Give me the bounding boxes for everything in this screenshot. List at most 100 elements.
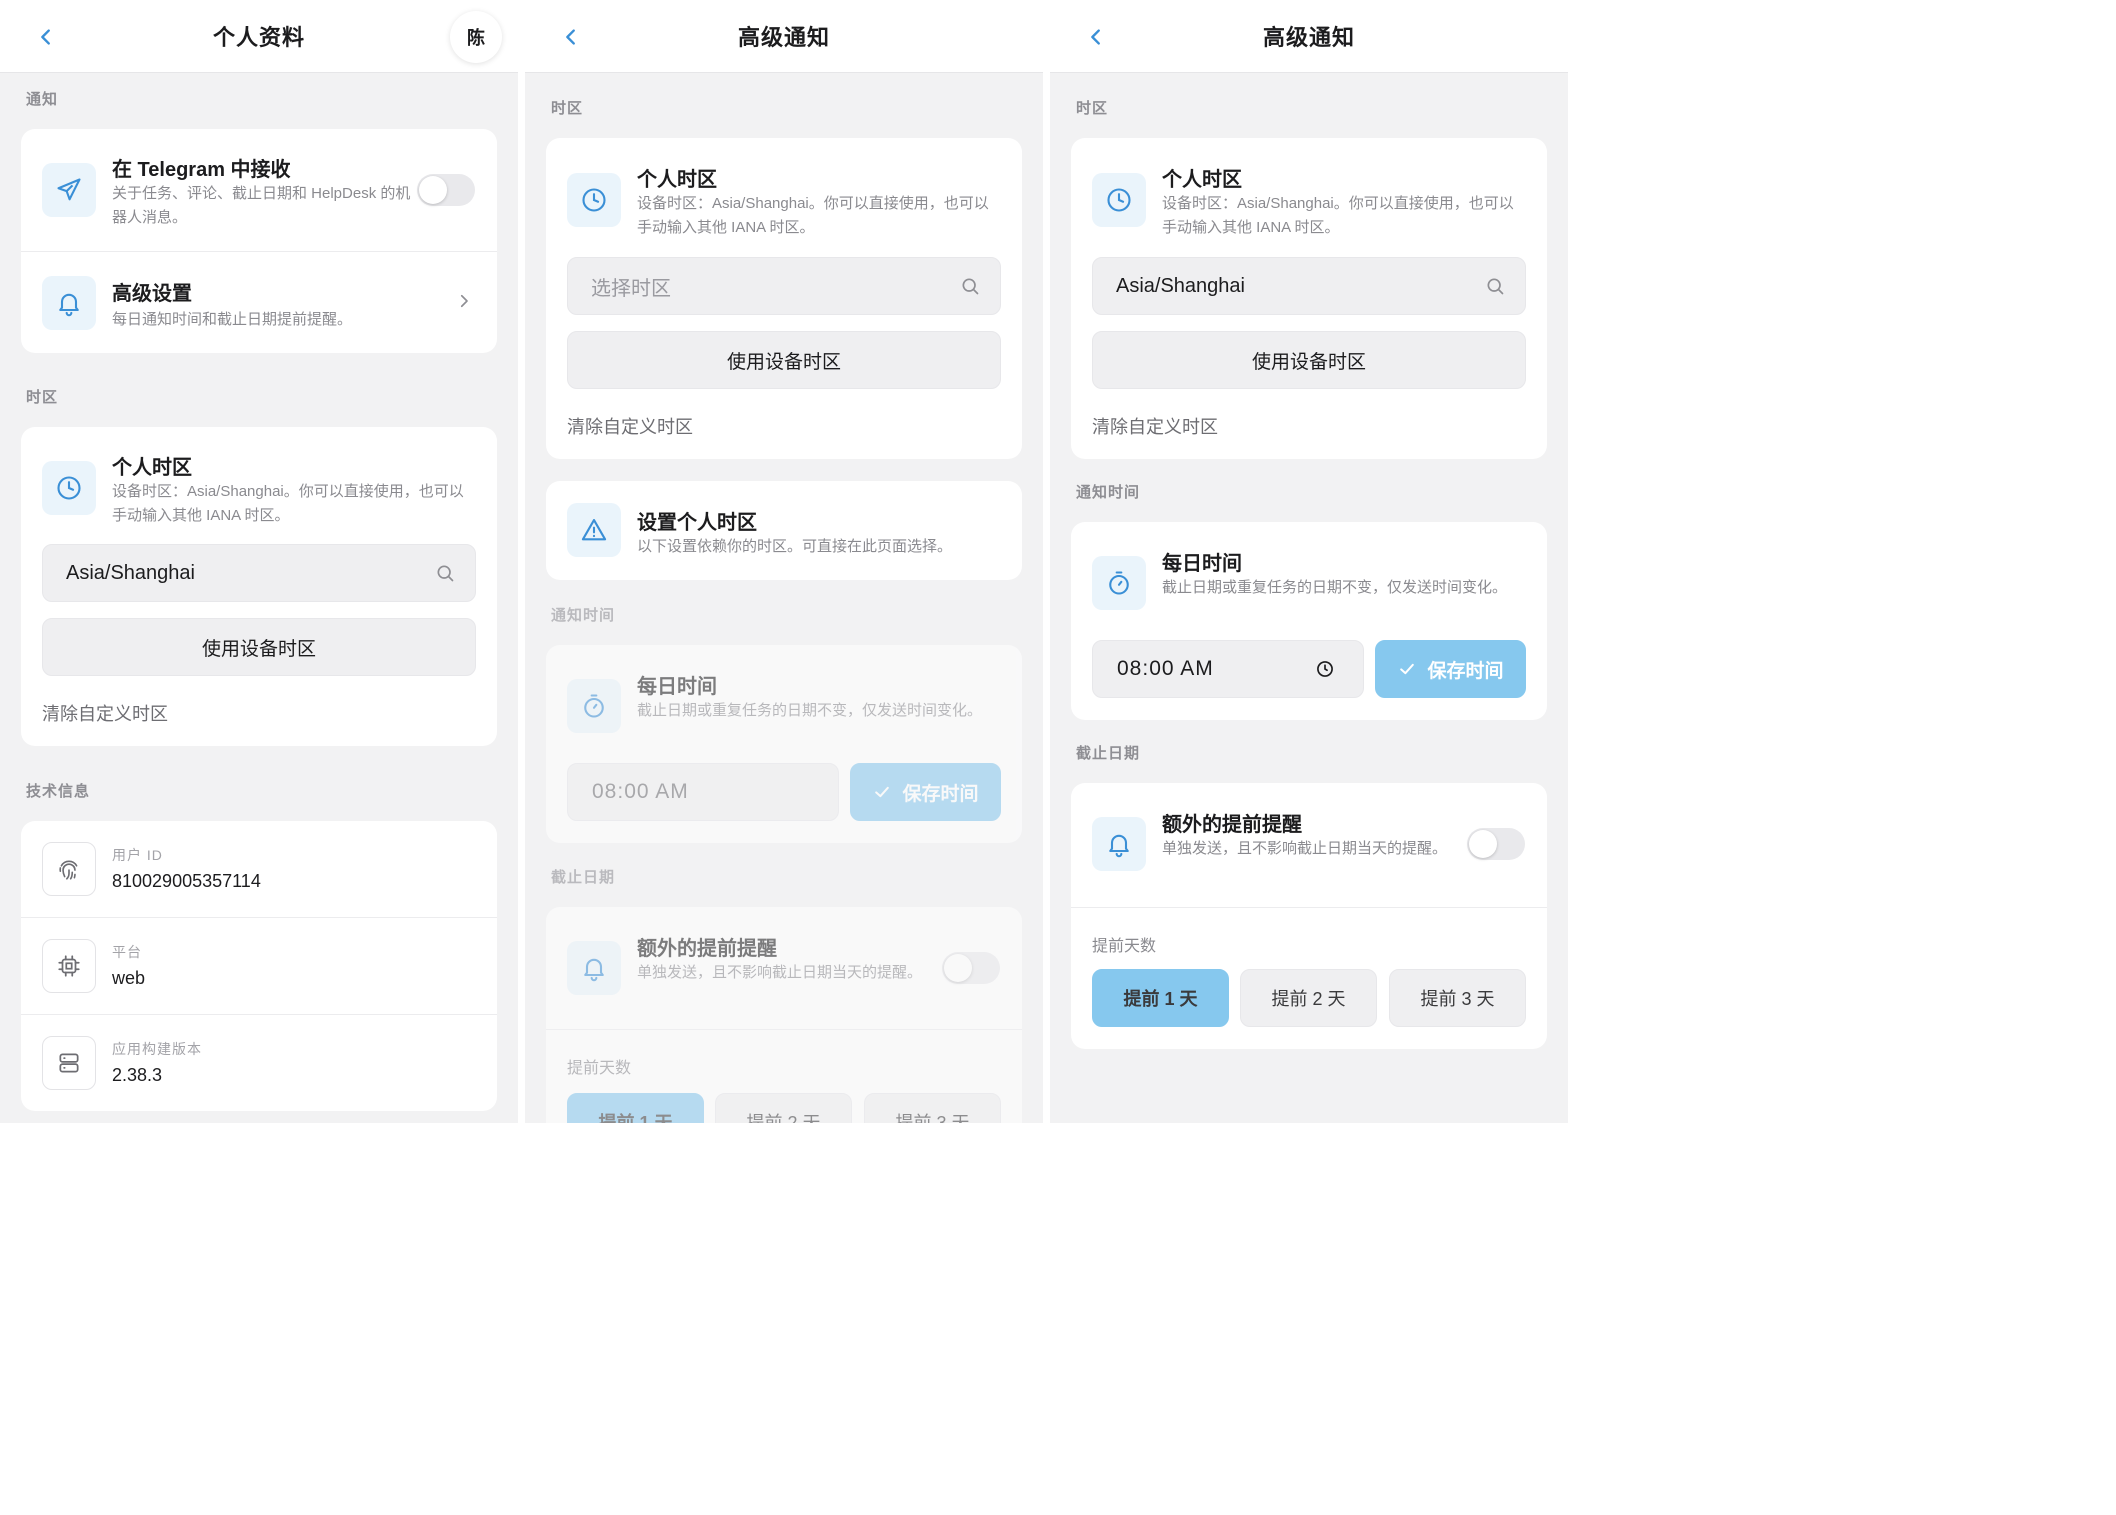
warning-icon-box <box>567 503 621 557</box>
use-device-timezone-button[interactable]: 使用设备时区 <box>42 618 476 676</box>
save-time-button[interactable]: 保存时间 <box>850 763 1001 821</box>
bell-icon-box <box>567 941 621 995</box>
build-version-row: 应用构建版本 2.38.3 <box>21 1015 497 1111</box>
daily-time-desc: 截止日期或重复任务的日期不变，仅发送时间变化。 <box>1162 579 1508 596</box>
section-notify-time-label: 通知时间 <box>551 607 616 624</box>
section-tech-info-label: 技术信息 <box>26 783 91 800</box>
use-device-timezone-button[interactable]: 使用设备时区 <box>567 331 1001 389</box>
days-ahead-3-button[interactable]: 提前 3 天 <box>864 1093 1001 1123</box>
bell-icon <box>584 958 604 982</box>
server-icon <box>59 1053 79 1073</box>
avatar[interactable]: 陈 <box>450 11 502 63</box>
clock-icon <box>1107 188 1131 212</box>
profile-screen: 个人资料 陈 通知 在 Telegram 中接收 关于任务、评论、截止日期和 H… <box>0 0 518 1123</box>
build-version-value: 2.38.3 <box>112 1065 163 1085</box>
timezone-input[interactable]: Asia/Shanghai <box>42 544 476 602</box>
clock-icon[interactable] <box>1315 659 1337 681</box>
clear-custom-timezone-link[interactable]: 清除自定义时区 <box>567 413 693 439</box>
clock-icon <box>57 476 81 500</box>
divider <box>1071 907 1547 908</box>
save-time-label: 保存时间 <box>1427 660 1504 682</box>
days-ahead-2-button[interactable]: 提前 2 天 <box>715 1093 852 1123</box>
bell-icon <box>1109 834 1129 858</box>
section-timezone-label: 时区 <box>26 389 59 406</box>
timezone-card: 个人时区 设备时区：Asia/Shanghai。你可以直接使用，也可以手动输入其… <box>1071 138 1547 459</box>
days-ahead-2-button[interactable]: 提前 2 天 <box>1240 969 1377 1027</box>
timezone-warning-card: 设置个人时区 以下设置依赖你的时区。可直接在此页面选择。 <box>546 481 1022 580</box>
save-time-label: 保存时间 <box>902 783 979 805</box>
timezone-title: 个人时区 <box>637 169 717 191</box>
clear-custom-timezone-link[interactable]: 清除自定义时区 <box>1092 413 1218 439</box>
extra-reminder-toggle[interactable] <box>1467 828 1525 860</box>
timezone-input-value: Asia/Shanghai <box>1116 274 1245 297</box>
extra-reminder-desc: 单独发送，且不影响截止日期当天的提醒。 <box>637 964 923 981</box>
advanced-settings-row[interactable]: 高级设置 每日通知时间和截止日期提前提醒。 <box>21 252 497 353</box>
daily-time-card: 每日时间 截止日期或重复任务的日期不变，仅发送时间变化。 08:00 AM 保存… <box>1071 522 1547 720</box>
divider <box>546 1029 1022 1030</box>
tech-info-card: 用户 ID 810029005357114 平台 web 应用构建版本 2.38… <box>21 821 497 1111</box>
days-ahead-1-button[interactable]: 提前 1 天 <box>1092 969 1229 1027</box>
notifications-card: 在 Telegram 中接收 关于任务、评论、截止日期和 HelpDesk 的机… <box>21 129 497 353</box>
platform-value: web <box>112 968 146 988</box>
section-timezone-label: 时区 <box>1076 100 1109 117</box>
daily-time-value: 08:00 AM <box>592 780 689 803</box>
fingerprint-icon <box>59 860 78 880</box>
daily-time-title: 每日时间 <box>637 676 717 698</box>
daily-time-input[interactable]: 08:00 AM <box>1092 640 1364 698</box>
days-ahead-1-button[interactable]: 提前 1 天 <box>567 1093 704 1123</box>
warning-icon <box>581 519 607 541</box>
bell-icon-box <box>1092 817 1146 871</box>
daily-time-title: 每日时间 <box>1162 553 1242 575</box>
platform-label: 平台 <box>112 944 142 960</box>
telegram-desc: 关于任务、评论、截止日期和 HelpDesk 的机器人消息。 <box>112 185 411 226</box>
save-time-button[interactable]: 保存时间 <box>1375 640 1526 698</box>
extra-reminder-desc: 单独发送，且不影响截止日期当天的提醒。 <box>1162 840 1448 857</box>
send-icon <box>57 178 81 201</box>
advanced-header: 高级通知 <box>1050 0 1568 73</box>
deadline-card: 额外的提前提醒 单独发送，且不影响截止日期当天的提醒。 提前天数 提前 1 天 … <box>546 907 1022 1123</box>
page-title: 个人资料 <box>212 25 305 50</box>
clear-custom-timezone-link[interactable]: 清除自定义时区 <box>42 700 168 726</box>
page-title: 高级通知 <box>737 25 830 50</box>
chevron-right-icon <box>455 292 475 312</box>
clock-icon <box>582 188 606 212</box>
days-ahead-label: 提前天数 <box>1092 938 1157 955</box>
platform-row: 平台 web <box>21 918 497 1014</box>
build-version-label: 应用构建版本 <box>112 1041 202 1057</box>
timezone-desc: 设备时区：Asia/Shanghai。你可以直接使用，也可以手动输入其他 IAN… <box>1162 195 1514 236</box>
extra-reminder-title: 额外的提前提醒 <box>637 938 777 960</box>
user-id-label: 用户 ID <box>112 847 163 863</box>
telegram-icon-box <box>42 163 96 217</box>
timer-icon-box <box>1092 556 1146 610</box>
bell-icon-box <box>42 276 96 330</box>
use-device-timezone-button[interactable]: 使用设备时区 <box>1092 331 1526 389</box>
timer-icon <box>584 694 604 718</box>
days-ahead-label: 提前天数 <box>567 1060 632 1077</box>
telegram-title: 在 Telegram 中接收 <box>112 159 291 181</box>
warning-title: 设置个人时区 <box>637 512 757 534</box>
section-timezone-label: 时区 <box>551 100 584 117</box>
timer-icon-box <box>567 679 621 733</box>
timezone-desc: 设备时区：Asia/Shanghai。你可以直接使用，也可以手动输入其他 IAN… <box>637 195 989 236</box>
timezone-input[interactable]: Asia/Shanghai <box>1092 257 1526 315</box>
daily-time-input[interactable]: 08:00 AM <box>567 763 839 821</box>
advanced-settings-desc: 每日通知时间和截止日期提前提醒。 <box>112 311 353 328</box>
search-icon <box>435 563 457 585</box>
section-deadline-label: 截止日期 <box>1076 745 1141 762</box>
extra-reminder-title: 额外的提前提醒 <box>1162 814 1302 836</box>
advanced-header: 高级通知 <box>525 0 1043 73</box>
daily-time-card: 每日时间 截止日期或重复任务的日期不变，仅发送时间变化。 08:00 AM 保存… <box>546 645 1022 843</box>
user-id-value: 810029005357114 <box>112 871 261 891</box>
timer-icon <box>1109 571 1129 595</box>
daily-time-value: 08:00 AM <box>1117 657 1214 680</box>
timezone-input[interactable]: 选择时区 <box>567 257 1001 315</box>
extra-reminder-toggle[interactable] <box>942 952 1000 984</box>
timezone-desc: 设备时区：Asia/Shanghai。你可以直接使用，也可以手动输入其他 IAN… <box>112 483 464 524</box>
clock-icon-box <box>42 461 96 515</box>
bell-icon <box>59 293 79 317</box>
days-ahead-3-button[interactable]: 提前 3 天 <box>1389 969 1526 1027</box>
timezone-input-placeholder: 选择时区 <box>591 277 671 300</box>
user-id-row: 用户 ID 810029005357114 <box>21 821 497 917</box>
server-icon-box <box>42 1036 96 1090</box>
telegram-toggle[interactable] <box>417 174 475 206</box>
